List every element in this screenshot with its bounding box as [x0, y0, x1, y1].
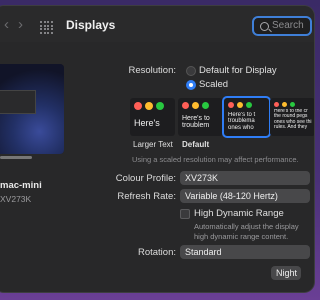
scale-preview-selected[interactable]: Here's to t troublema ones who: [222, 96, 271, 138]
night-shift-button[interactable]: Night: [271, 266, 301, 280]
monitor-model: XV273K: [0, 194, 32, 204]
rotation-popup[interactable]: Standard: [180, 245, 310, 259]
hdr-description-line1: Automatically adjust the display: [194, 222, 299, 231]
hdr-checkbox[interactable]: [180, 209, 190, 219]
show-all-grid-icon[interactable]: [40, 21, 53, 34]
scaling-hint: Using a scaled resolution may affect per…: [132, 155, 299, 164]
scale-preview-default[interactable]: Here's to troublem: [178, 98, 223, 136]
hdr-description-line2: high dynamic range content.: [194, 232, 289, 241]
colour-profile-label: Colour Profile:: [115, 173, 176, 184]
resolution-label: Resolution:: [128, 65, 176, 76]
refresh-rate-label: Refresh Rate:: [117, 191, 176, 202]
scale-caption-larger-text: Larger Text: [133, 140, 173, 149]
scale-preview-text: Here's to troublem: [182, 115, 210, 130]
toolbar: ‹ › Displays Search: [0, 6, 314, 42]
wallpaper-window: [0, 90, 36, 114]
back-chevron-icon[interactable]: ‹: [4, 17, 9, 32]
radio-scaled[interactable]: [186, 80, 196, 90]
hdr-label: High Dynamic Range: [194, 208, 284, 219]
radio-default-for-display[interactable]: [186, 66, 196, 76]
monitor-image: [0, 64, 64, 154]
scale-preview-text: Here's to the cr the round pegs ones who…: [274, 109, 312, 130]
monitor-name: mac-mini: [0, 180, 42, 191]
scale-preview-text: Here's to t troublema ones who: [228, 112, 256, 131]
search-placeholder: Search: [272, 20, 304, 31]
rotation-label: Rotation:: [137, 247, 176, 258]
scale-preview-text: Here's: [134, 118, 160, 128]
window-title: Displays: [66, 18, 116, 32]
scale-preview-larger-text[interactable]: Here's: [130, 98, 175, 136]
radio-scaled-label: Scaled: [199, 79, 229, 90]
radio-default-for-display-label: Default for Display: [199, 65, 277, 76]
search-field[interactable]: Search: [252, 16, 312, 36]
scale-caption-default: Default: [182, 140, 210, 149]
search-icon: [260, 22, 269, 31]
forward-chevron-icon[interactable]: ›: [18, 17, 23, 32]
colour-profile-popup[interactable]: XV273K: [180, 171, 310, 185]
scale-preview-more-space[interactable]: Here's to the cr the round pegs ones who…: [270, 98, 314, 136]
monitor-stand: [0, 156, 32, 159]
refresh-rate-popup[interactable]: Variable (48-120 Hertz): [180, 189, 310, 203]
displays-window: ‹ › Displays Search mac-mini XV273K Reso…: [0, 6, 314, 292]
